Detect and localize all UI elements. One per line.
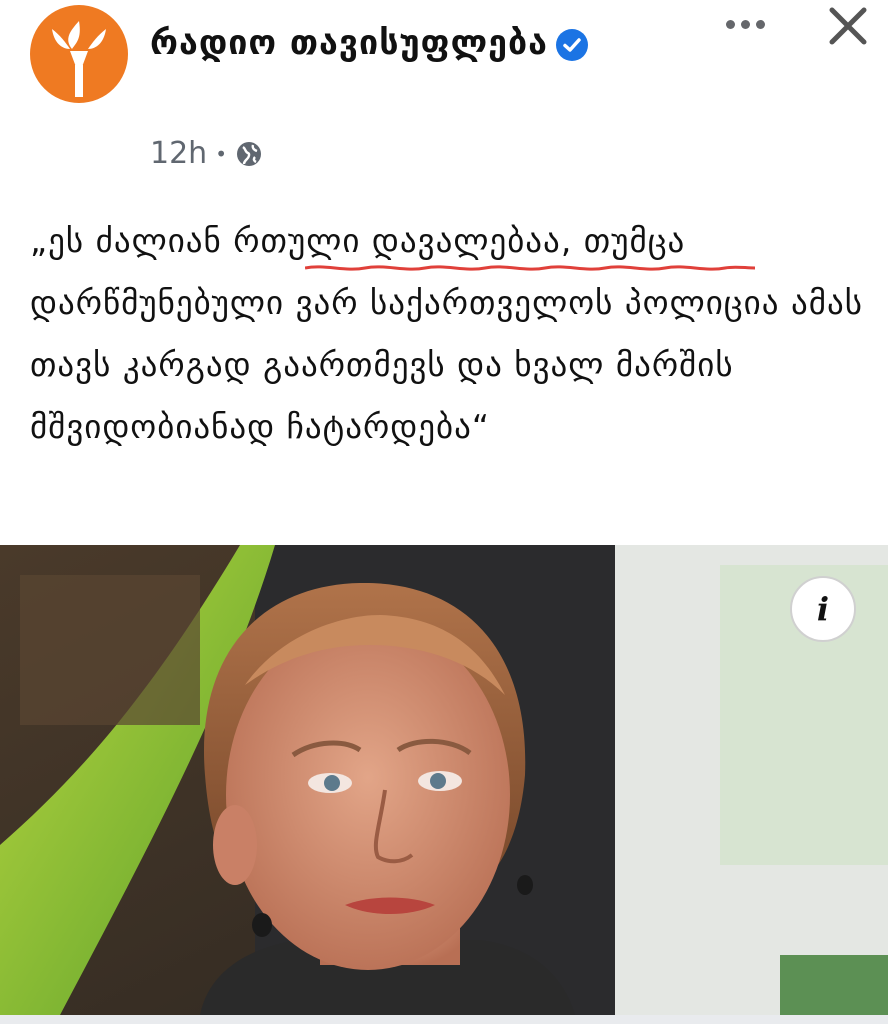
post-text: „ეს ძალიან რთული დავალებაა, თუმცა დარწმუ…: [30, 221, 863, 446]
woman-portrait-image: [0, 545, 888, 1015]
post-meta: 12h •: [150, 136, 263, 171]
page-avatar[interactable]: [30, 5, 128, 103]
verified-badge-icon: [555, 28, 588, 61]
post-photo[interactable]: [0, 545, 888, 1015]
dot: [740, 19, 750, 29]
page-name[interactable]: რადიო თავისუფლება: [150, 10, 670, 76]
close-icon[interactable]: [824, 2, 872, 50]
dot: [725, 19, 735, 29]
post-time[interactable]: 12h: [150, 136, 207, 171]
page-name-text[interactable]: რადიო თავისუფლება: [150, 23, 548, 63]
dot: [755, 19, 765, 29]
more-options-icon[interactable]: [716, 6, 774, 42]
meta-separator: •: [215, 141, 227, 166]
bottom-divider: [0, 1015, 888, 1024]
spellcheck-underline: [305, 265, 755, 271]
torch-logo-icon: [52, 21, 106, 97]
post-header: რადიო თავისუფლება 12h •: [0, 0, 888, 190]
info-icon[interactable]: i: [790, 576, 856, 642]
globe-icon: [235, 140, 263, 168]
